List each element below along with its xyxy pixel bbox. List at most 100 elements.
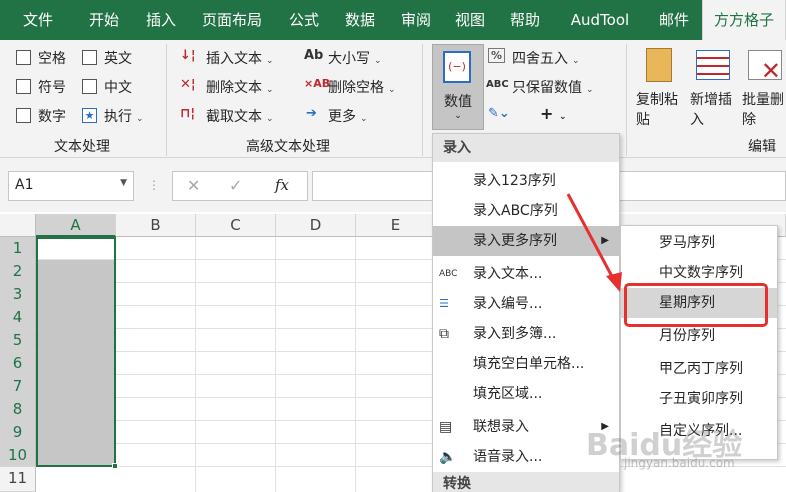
selection-border	[36, 237, 116, 467]
fill-handle[interactable]	[112, 463, 118, 469]
gridline	[275, 237, 276, 492]
menu-section-header: 转换	[433, 472, 619, 492]
extract-text-icon: ⊓¦	[180, 106, 196, 121]
list-number-icon: ☰	[439, 297, 449, 310]
tab-view[interactable]: 视图	[444, 0, 496, 40]
ribbon-panel: 空格 英文 符号 中文 数字 ★ 执行 ⌄ 文本处理 ↓¦ 插入文本 ⌄ ✕¦ 删除…	[0, 40, 786, 158]
label-symbol: 符号	[38, 80, 66, 96]
new-insert-icon	[696, 50, 730, 80]
group-label-advanced-text: 高级文本处理	[246, 139, 330, 155]
value-button[interactable]: (−) 数值 ⌄	[432, 44, 484, 130]
abc-icon: ABC	[486, 79, 509, 90]
row-header[interactable]: 1	[0, 237, 36, 260]
column-header-a[interactable]: A	[36, 214, 116, 237]
row-header[interactable]: 2	[0, 260, 36, 283]
abc-icon: ABC	[439, 269, 458, 279]
label-space: 空格	[38, 51, 66, 67]
plus-icon[interactable]: + ⌄	[540, 104, 567, 123]
new-insert-button[interactable]: 新增插入	[690, 90, 740, 130]
delete-space-button[interactable]: 删除空格 ⌄	[328, 77, 396, 97]
label-chinese: 中文	[104, 80, 132, 96]
checkbox-symbol[interactable]	[16, 79, 31, 94]
select-all-corner[interactable]	[0, 214, 36, 237]
case-icon: Ab	[304, 48, 324, 63]
column-header-e[interactable]: E	[356, 214, 436, 237]
book-icon: ▤	[439, 419, 453, 435]
extract-text-button[interactable]: 截取文本 ⌄	[206, 106, 274, 126]
tab-fangfang[interactable]: 方方格子	[702, 0, 786, 40]
tab-data[interactable]: 数据	[334, 0, 386, 40]
column-header-b[interactable]: B	[116, 214, 196, 237]
submenu-item-dizhi[interactable]: 子丑寅卯序列	[621, 384, 777, 414]
label-number: 数字	[38, 109, 66, 125]
more-arrow-icon: ➔	[306, 106, 317, 121]
speaker-icon: 🔈	[439, 449, 457, 465]
row-header[interactable]: 8	[0, 398, 36, 421]
submenu-item-tiangan[interactable]: 甲乙丙丁序列	[621, 354, 777, 384]
tab-audtool[interactable]: AudTool	[560, 0, 640, 40]
chevron-down-icon[interactable]: ▼	[120, 178, 127, 188]
menu-item-fill-blank[interactable]: 填充空白单元格...	[433, 349, 619, 379]
annotation-arrow	[566, 193, 622, 292]
batch-delete-icon: ✕	[748, 50, 782, 85]
chevron-down-icon: ⌄	[454, 111, 462, 121]
copy-paste-button[interactable]: 复制粘贴	[636, 90, 686, 130]
round-icon: %	[488, 48, 506, 63]
paste-icon	[646, 48, 672, 82]
tab-file[interactable]: 文件	[12, 0, 64, 40]
tab-insert[interactable]: 插入	[134, 0, 188, 40]
more-button[interactable]: 更多 ⌄	[328, 106, 368, 126]
tab-mail[interactable]: 邮件	[648, 0, 700, 40]
cancel-icon[interactable]: ✕	[187, 176, 200, 195]
row-header[interactable]: 10	[0, 444, 36, 467]
tab-review[interactable]: 审阅	[390, 0, 442, 40]
tab-home[interactable]: 开始	[76, 0, 132, 40]
column-header-d[interactable]: D	[276, 214, 356, 237]
insert-text-icon: ↓¦	[180, 48, 196, 63]
row-header[interactable]: 5	[0, 329, 36, 352]
tab-formulas[interactable]: 公式	[278, 0, 330, 40]
group-separator	[166, 44, 167, 156]
checkbox-english[interactable]	[82, 50, 97, 65]
insert-text-button[interactable]: 插入文本 ⌄	[206, 48, 274, 68]
value-icon: (−)	[443, 51, 471, 83]
delete-space-icon: ×AB	[304, 77, 331, 90]
keep-value-button[interactable]: 只保留数值 ⌄	[512, 77, 594, 97]
group-separator	[422, 44, 423, 156]
submenu-item-roman[interactable]: 罗马序列	[621, 228, 777, 258]
watermark-url: jingyan.baidu.com	[624, 456, 735, 470]
delete-text-icon: ✕¦	[180, 77, 196, 92]
checkbox-number[interactable]	[16, 108, 31, 123]
group-label-text: 文本处理	[54, 139, 110, 155]
gridline	[355, 237, 356, 492]
edit-icon[interactable]: ✎⌄	[488, 106, 510, 121]
delete-text-button[interactable]: 删除文本 ⌄	[206, 77, 274, 97]
menu-item-fill-area[interactable]: 填充区域...	[433, 379, 619, 409]
group-label-edit: 编辑	[748, 139, 776, 155]
execute-button[interactable]: 执行 ⌄	[104, 106, 144, 126]
label-english: 英文	[104, 51, 132, 67]
row-header[interactable]: 6	[0, 352, 36, 375]
batch-delete-button[interactable]: 批量删除	[742, 90, 786, 130]
row-header[interactable]: 3	[0, 283, 36, 306]
tab-help[interactable]: 帮助	[498, 0, 552, 40]
row-header[interactable]: 9	[0, 421, 36, 444]
confirm-icon[interactable]: ✓	[229, 176, 242, 195]
menu-item-input-multi-book[interactable]: ⧉ 录入到多簿...	[433, 319, 619, 349]
execute-star-icon[interactable]: ★	[82, 108, 97, 123]
formula-buttons: ✕ ✓ fx	[172, 171, 308, 201]
column-header-c[interactable]: C	[196, 214, 276, 237]
case-button[interactable]: 大小写 ⌄	[328, 48, 382, 68]
drag-handle-icon[interactable]: ⋮	[148, 178, 160, 192]
checkbox-space[interactable]	[16, 50, 31, 65]
checkbox-chinese[interactable]	[82, 79, 97, 94]
round-button[interactable]: 四舍五入 ⌄	[512, 48, 580, 68]
row-header[interactable]: 11	[0, 467, 36, 492]
fx-icon[interactable]: fx	[275, 176, 289, 194]
name-box[interactable]: A1 ▼	[8, 171, 134, 201]
menu-section-header: 录入	[433, 134, 619, 162]
copy-icon: ⧉	[439, 326, 449, 342]
row-header[interactable]: 7	[0, 375, 36, 398]
row-header[interactable]: 4	[0, 306, 36, 329]
tab-page-layout[interactable]: 页面布局	[192, 0, 272, 40]
